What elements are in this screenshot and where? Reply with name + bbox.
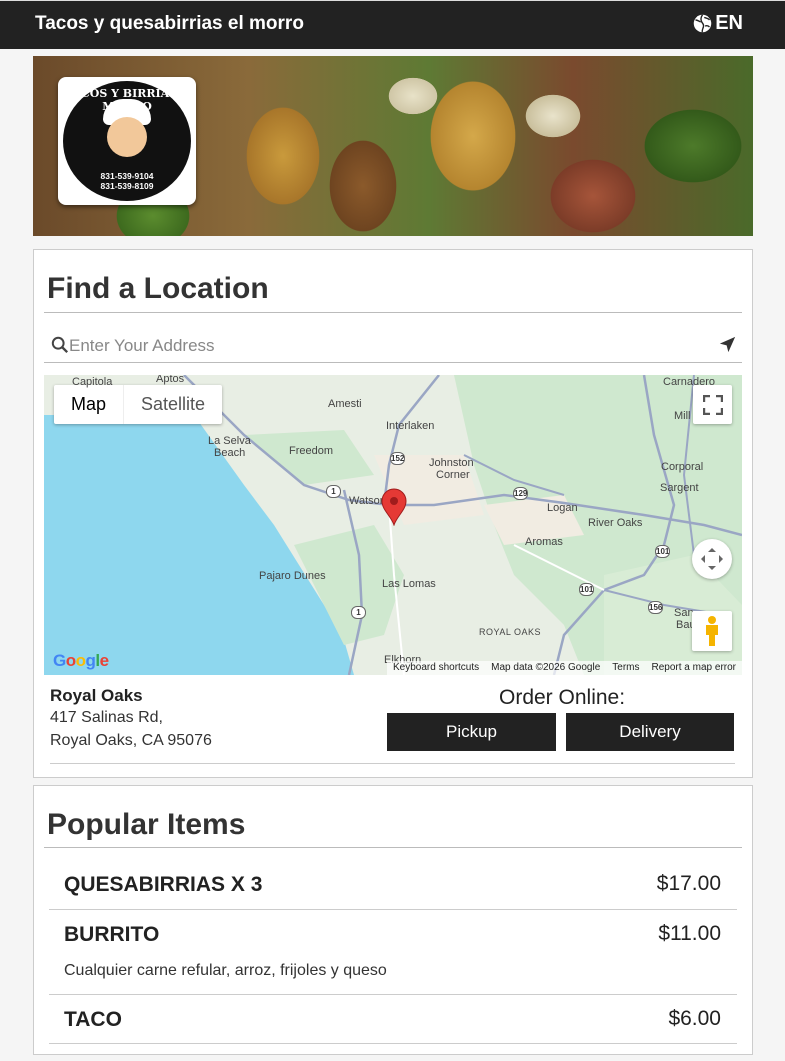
logo-phone-2: 831-539-8109 [100, 181, 154, 191]
language-selector[interactable]: EN [692, 12, 743, 35]
map-label: Las Lomas [382, 578, 436, 590]
menu-item-price: $11.00 [658, 922, 721, 945]
menu-item-description: Cualquier carne refular, arroz, frijoles… [64, 962, 387, 979]
location-address-line1: 417 Salinas Rd, [50, 709, 163, 726]
divider [49, 1043, 737, 1044]
menu-item[interactable]: QUESABIRRIAS X 3 $17.00 [49, 860, 737, 910]
map-label: La Selva [208, 435, 251, 447]
menu-item-name: BURRITO [64, 923, 160, 946]
address-input[interactable] [69, 333, 709, 359]
report-map-error-link[interactable]: Report a map error [652, 661, 736, 675]
menu-item[interactable]: BURRITO $11.00 Cualquier carne refular, … [49, 909, 737, 995]
find-location-card: Find a Location Enter Your Address Map S… [33, 249, 753, 778]
location-address-line2: Royal Oaks, CA 95076 [50, 732, 212, 749]
menu-item-price: $6.00 [668, 1007, 721, 1030]
map-label: Mill [674, 410, 691, 422]
map-label: Aromas [525, 536, 563, 548]
pegman-icon [706, 616, 718, 646]
highway-shield: 1 [351, 606, 366, 619]
divider [44, 312, 742, 313]
restaurant-logo: TACOS Y BIRRIA EL MORRO 831-539-9104 831… [58, 77, 196, 205]
map-label: Amesti [328, 398, 362, 410]
map-type-satellite-button[interactable]: Satellite [124, 385, 222, 424]
keyboard-shortcuts-link[interactable]: Keyboard shortcuts [393, 661, 479, 675]
map-label: Capitola [72, 376, 113, 388]
map-label: San [674, 607, 694, 619]
popular-items-heading: Popular Items [47, 808, 246, 841]
map-type-control: Map Satellite [54, 385, 223, 424]
find-location-heading: Find a Location [47, 272, 269, 305]
map-label: Johnston [429, 457, 474, 469]
camera-control-button[interactable] [692, 539, 732, 579]
highway-shield: 1 [326, 485, 341, 498]
menu-item-name: QUESABIRRIAS X 3 [64, 873, 263, 896]
highway-shield: 101 [655, 545, 670, 558]
menu-item-price: $17.00 [656, 872, 721, 895]
search-icon [51, 336, 69, 354]
map-data-text: Map data ©2026 Google [491, 662, 601, 673]
map-label: Aptos [156, 375, 185, 385]
logo-phone-1: 831-539-9104 [100, 171, 154, 181]
map-label: Corporal [661, 461, 704, 473]
map-label: Freedom [289, 445, 334, 457]
map-pin-icon[interactable] [381, 488, 407, 526]
location-name: Royal Oaks [50, 686, 143, 705]
highway-shield: 152 [390, 452, 405, 465]
pickup-button[interactable]: Pickup [387, 713, 556, 751]
map-label: Interlaken [386, 420, 435, 432]
top-bar: Tacos y quesabirrias el morro EN [0, 0, 785, 49]
map-label: Corner [436, 469, 470, 481]
highway-shield: 156 [648, 601, 663, 614]
map-label: River Oaks [588, 517, 643, 529]
address-search [44, 329, 742, 363]
globe-icon [693, 14, 712, 33]
menu-item-name: TACO [64, 1008, 122, 1031]
fullscreen-button[interactable] [693, 385, 732, 424]
popular-items-card: Popular Items QUESABIRRIAS X 3 $17.00 BU… [33, 785, 753, 1055]
highway-shield: 101 [579, 583, 594, 596]
google-logo: Google [53, 651, 109, 670]
menu-item[interactable]: TACO $6.00 [49, 994, 737, 1044]
highway-shield: 129 [513, 487, 528, 500]
map-label: Pajaro Dunes [259, 570, 326, 582]
map-label: ROYAL OAKS [479, 627, 542, 637]
locate-arrow-icon[interactable] [719, 336, 736, 353]
delivery-button[interactable]: Delivery [566, 713, 734, 751]
divider [50, 763, 735, 764]
map-type-map-button[interactable]: Map [54, 385, 125, 424]
divider [44, 847, 742, 848]
terms-link[interactable]: Terms [612, 661, 639, 675]
restaurant-title: Tacos y quesabirrias el morro [35, 13, 304, 34]
location-map[interactable]: Map Satellite Capitola Aptos Amesti Inte… [44, 375, 742, 675]
order-online-label: Order Online: [499, 686, 626, 709]
map-label: Beach [214, 447, 246, 459]
street-view-button[interactable] [692, 611, 732, 651]
map-attribution: Keyboard shortcuts Map data ©2026 Google… [386, 661, 742, 675]
camera-control-icon [701, 548, 723, 570]
language-code: EN [715, 12, 743, 34]
map-label: Sargent [660, 482, 699, 494]
chef-face [107, 117, 147, 157]
fullscreen-icon [702, 394, 723, 415]
map-label: Logan [547, 502, 578, 514]
